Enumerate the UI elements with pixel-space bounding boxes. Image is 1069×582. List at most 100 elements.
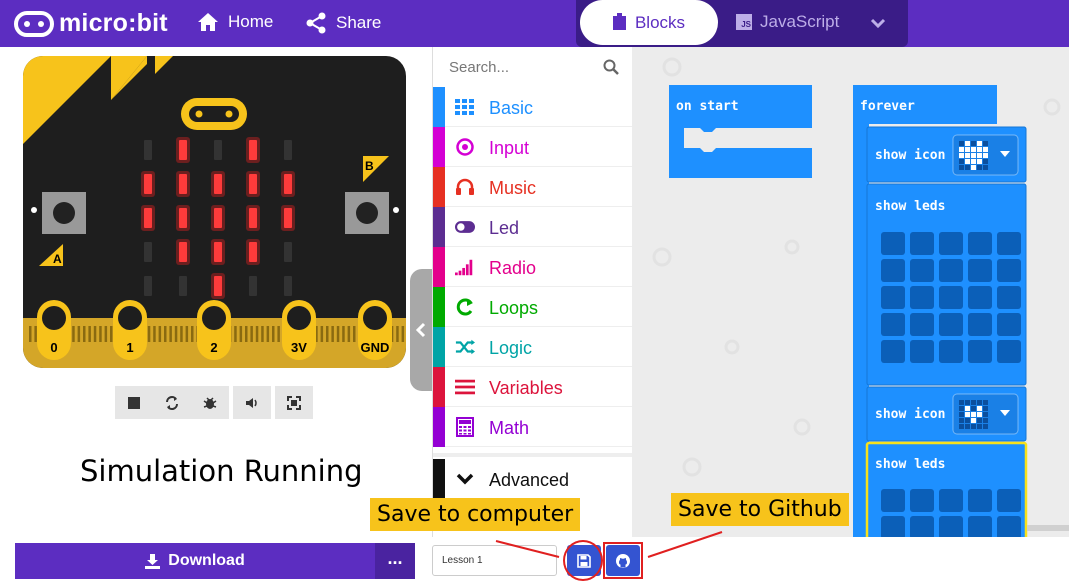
share-button[interactable]: Share — [305, 12, 381, 34]
category-input[interactable]: Input — [433, 127, 633, 167]
led-editor-grid[interactable] — [881, 232, 1021, 363]
led-cell[interactable] — [881, 489, 905, 512]
search-icon[interactable] — [603, 59, 619, 75]
category-color-bar — [433, 247, 445, 287]
project-name-input[interactable] — [432, 545, 557, 576]
download-icon — [145, 553, 161, 569]
edge-trace — [234, 326, 237, 342]
led-cell[interactable] — [910, 313, 934, 336]
led-cell[interactable] — [881, 313, 905, 336]
icon-picker-dropdown[interactable] — [952, 393, 1019, 435]
puzzle-icon — [612, 12, 626, 30]
github-icon — [616, 553, 630, 568]
microbit-board[interactable]: A B 0 1 2 3V GND — [23, 56, 406, 368]
led-cell[interactable] — [939, 516, 963, 537]
icon-dot-on — [965, 406, 970, 411]
category-label: Variables — [489, 378, 563, 398]
collapse-simulator-tab[interactable] — [410, 269, 432, 391]
led-cell[interactable] — [939, 340, 963, 363]
led-cell[interactable] — [997, 516, 1021, 537]
led-cell[interactable] — [997, 286, 1021, 309]
tab-blocks-label: Blocks — [634, 12, 686, 32]
category-math[interactable]: Math — [433, 407, 633, 447]
led-cell[interactable] — [939, 489, 963, 512]
icon-picker-dropdown[interactable] — [952, 134, 1019, 176]
led-cell[interactable] — [939, 259, 963, 282]
show-leds-block[interactable]: show leds — [866, 183, 1027, 386]
home-button[interactable]: Home — [197, 12, 273, 32]
category-basic[interactable]: Basic — [433, 87, 633, 127]
blocks-canvas: on start forever show icon show leds sho… — [652, 57, 1069, 537]
debug-button[interactable] — [191, 386, 229, 419]
pin-0[interactable]: 0 — [37, 300, 71, 360]
led-cell[interactable] — [881, 259, 905, 282]
led-cell[interactable] — [997, 259, 1021, 282]
led-cell[interactable] — [968, 516, 992, 537]
led-cell[interactable] — [881, 516, 905, 537]
led-on — [284, 208, 292, 228]
tab-blocks[interactable]: Blocks — [580, 0, 718, 45]
mute-button[interactable] — [233, 386, 271, 419]
category-music[interactable]: Music — [433, 167, 633, 207]
category-variables[interactable]: Variables — [433, 367, 633, 407]
chevron-down-icon[interactable] — [870, 17, 886, 29]
tab-javascript[interactable]: JS JavaScript — [736, 12, 839, 32]
led-cell[interactable] — [881, 340, 905, 363]
led-on — [179, 208, 187, 228]
save-to-github-button[interactable] — [606, 545, 640, 576]
on-start-block[interactable]: on start — [669, 85, 812, 178]
search-input[interactable] — [449, 58, 599, 76]
stop-button[interactable] — [115, 386, 153, 419]
edge-trace — [342, 326, 345, 342]
icon-dot-on — [977, 412, 982, 417]
show-leds-block-selected[interactable]: show leds — [865, 441, 1028, 537]
led-cell[interactable] — [997, 313, 1021, 336]
show-icon-block[interactable]: show icon — [866, 126, 1027, 183]
led-cell[interactable] — [910, 232, 934, 255]
led-cell[interactable] — [939, 286, 963, 309]
led-cell[interactable] — [968, 489, 992, 512]
led-cell[interactable] — [910, 259, 934, 282]
led-cell[interactable] — [939, 232, 963, 255]
forever-block[interactable]: forever show icon show leds show icon sh… — [853, 85, 1028, 537]
more-options-button[interactable]: ... — [375, 543, 415, 579]
led-cell[interactable] — [997, 232, 1021, 255]
led-cell[interactable] — [968, 232, 992, 255]
pin-gnd[interactable]: GND — [358, 300, 392, 360]
led-cell[interactable] — [968, 313, 992, 336]
category-advanced[interactable]: Advanced — [433, 459, 633, 499]
led-cell[interactable] — [968, 259, 992, 282]
edge-trace — [83, 326, 86, 342]
category-led[interactable]: Led — [433, 207, 633, 247]
category-radio[interactable]: Radio — [433, 247, 633, 287]
category-logic[interactable]: Logic — [433, 327, 633, 367]
restart-button[interactable] — [153, 386, 191, 419]
category-loops[interactable]: Loops — [433, 287, 633, 327]
led-cell[interactable] — [881, 286, 905, 309]
microbit-logo[interactable]: micro:bit — [14, 9, 168, 38]
icon-dot-on — [983, 153, 988, 158]
led-cell[interactable] — [968, 286, 992, 309]
icon-dot-off — [983, 165, 988, 170]
fullscreen-button[interactable] — [275, 386, 313, 419]
led-cell[interactable] — [910, 340, 934, 363]
sound-icon — [246, 397, 257, 408]
show-icon-block[interactable]: show icon — [866, 386, 1027, 442]
download-button[interactable]: Download — [15, 543, 375, 579]
pin-1[interactable]: 1 — [113, 300, 147, 360]
pin-2[interactable]: 2 — [197, 300, 231, 360]
led-cell[interactable] — [881, 232, 905, 255]
led-cell[interactable] — [968, 340, 992, 363]
led-cell[interactable] — [910, 489, 934, 512]
led-cell[interactable] — [910, 286, 934, 309]
workspace-scrollbar[interactable] — [1027, 525, 1069, 531]
pin-hole — [42, 306, 66, 330]
led-cell[interactable] — [997, 489, 1021, 512]
led-cell[interactable] — [939, 313, 963, 336]
edge-trace — [272, 326, 275, 342]
led-cell[interactable] — [997, 340, 1021, 363]
led-cell[interactable] — [910, 516, 934, 537]
save-to-computer-button[interactable] — [567, 545, 601, 576]
pin-3v[interactable]: 3V — [282, 300, 316, 360]
blocks-workspace[interactable]: on start forever show icon show leds sho… — [632, 47, 1069, 537]
